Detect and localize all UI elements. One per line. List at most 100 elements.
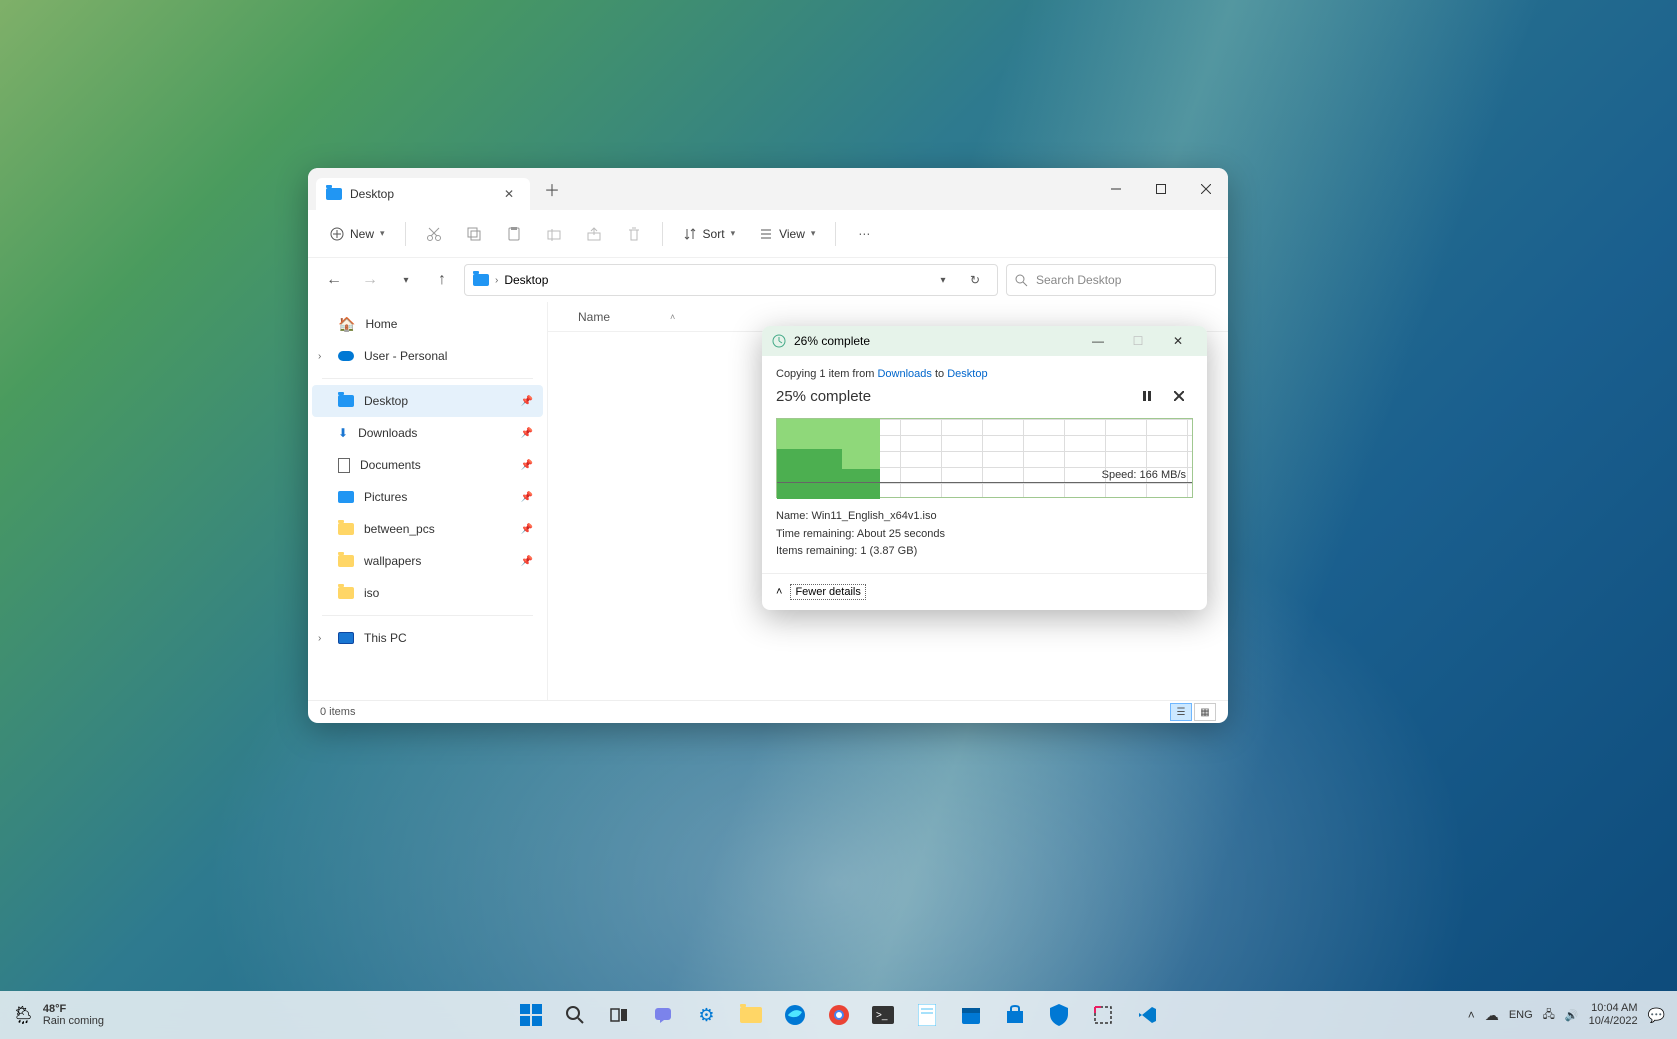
up-button[interactable]: ↑ [428,266,456,294]
breadcrumb-desktop[interactable]: Desktop [504,273,548,287]
sidebar-item-downloads[interactable]: ⬇ Downloads 📌 [312,417,543,449]
notifications-icon[interactable]: 💬 [1648,1007,1665,1024]
fewer-details-button[interactable]: Fewer details [790,584,865,600]
tray-chevron-icon[interactable]: ˄ [1468,1008,1475,1022]
edge-button[interactable] [775,995,815,1035]
rename-icon [546,226,562,242]
view-button[interactable]: View ▾ [749,217,825,251]
onedrive-tray-icon[interactable]: ☁ [1485,1007,1499,1024]
trash-icon [626,226,642,242]
icons-view-button[interactable]: ▦ [1194,703,1216,721]
file-explorer-button[interactable] [731,995,771,1035]
chevron-right-icon[interactable]: › [318,633,321,644]
delete-button[interactable] [616,217,652,251]
folder-icon [326,188,342,200]
plus-circle-icon [330,227,344,241]
weather-icon: 🌦 [12,1005,35,1026]
weather-widget[interactable]: 🌦 48°F Rain coming [12,1003,104,1027]
minimize-button[interactable] [1093,173,1138,205]
pin-icon[interactable]: 📌 [521,524,533,535]
pin-icon[interactable]: 📌 [521,492,533,503]
sidebar-item-betweenpcs[interactable]: between_pcs 📌 [312,513,543,545]
search-input[interactable]: Search Desktop [1006,264,1216,296]
chat-icon [653,1005,673,1025]
store-button[interactable] [995,995,1035,1035]
sidebar-item-thispc[interactable]: › This PC [312,622,543,654]
clock[interactable]: 10:04 AM 10/4/2022 [1589,1002,1638,1028]
security-button[interactable] [1039,995,1079,1035]
chevron-up-icon[interactable]: ˄ [776,586,782,598]
pin-icon[interactable]: 📌 [521,428,533,439]
maximize-button[interactable] [1138,173,1183,205]
dialog-close-button[interactable]: ✕ [1159,327,1197,355]
rename-button[interactable] [536,217,572,251]
settings-button[interactable]: ⚙ [687,995,727,1035]
dialog-titlebar[interactable]: 26% complete — ☐ ✕ [762,326,1207,356]
ellipsis-icon: ⋯ [858,227,870,241]
notepad-button[interactable] [907,995,947,1035]
sidebar-item-desktop[interactable]: Desktop 📌 [312,385,543,417]
sidebar-item-documents[interactable]: Documents 📌 [312,449,543,481]
share-button[interactable] [576,217,612,251]
tab-desktop[interactable]: Desktop ✕ [316,178,530,210]
toolbar: New ▾ Sort ▾ View ▾ ⋯ [308,210,1228,258]
details-view-button[interactable]: ☰ [1170,703,1192,721]
temperature: 48°F [43,1003,104,1015]
windows-icon [520,1004,542,1026]
terminal-button[interactable]: >_ [863,995,903,1035]
search-icon [1015,274,1028,287]
pause-button[interactable] [1133,384,1161,408]
forward-button[interactable]: → [356,266,384,294]
volume-icon[interactable]: 🔊 [1565,1009,1579,1022]
calendar-button[interactable] [951,995,991,1035]
sort-button[interactable]: Sort ▾ [673,217,746,251]
chevron-down-icon: ▾ [811,228,816,239]
sidebar-item-user[interactable]: › User - Personal [312,340,543,372]
chrome-button[interactable] [819,995,859,1035]
sidebar-item-iso[interactable]: iso [312,577,543,609]
cut-button[interactable] [416,217,452,251]
chevron-right-icon[interactable]: › [318,351,321,362]
language-indicator[interactable]: ENG [1509,1009,1533,1021]
source-link[interactable]: Downloads [877,368,931,380]
pin-icon[interactable]: 📌 [521,396,533,407]
start-button[interactable] [511,995,551,1035]
pin-icon[interactable]: 📌 [521,460,533,471]
folder-icon [338,587,354,599]
snip-icon [1093,1005,1113,1025]
back-button[interactable]: ← [320,266,348,294]
sidebar-item-pictures[interactable]: Pictures 📌 [312,481,543,513]
sidebar-item-wallpapers[interactable]: wallpapers 📌 [312,545,543,577]
snipping-button[interactable] [1083,995,1123,1035]
item-count: 0 items [320,706,355,718]
dialog-minimize-button[interactable]: — [1079,327,1117,355]
sidebar-item-home[interactable]: 🏠 Home [312,308,543,340]
column-name[interactable]: Name [578,310,610,324]
titlebar[interactable]: Desktop ✕ ＋ [308,168,1228,210]
search-taskbar-button[interactable] [555,995,595,1035]
new-button[interactable]: New ▾ [320,217,395,251]
address-bar[interactable]: › Desktop ▾ ↻ [464,264,998,296]
paste-button[interactable] [496,217,532,251]
chat-button[interactable] [643,995,683,1035]
cancel-button[interactable] [1165,384,1193,408]
sidebar: 🏠 Home › User - Personal Desktop 📌 ⬇ Dow… [308,302,548,700]
dest-link[interactable]: Desktop [947,368,987,380]
more-button[interactable]: ⋯ [846,217,882,251]
vscode-icon [1137,1005,1157,1025]
task-view-button[interactable] [599,995,639,1035]
recent-button[interactable]: ▾ [392,266,420,294]
vscode-button[interactable] [1127,995,1167,1035]
tab-close-button[interactable]: ✕ [502,187,516,201]
refresh-button[interactable]: ↻ [961,266,989,294]
pin-icon[interactable]: 📌 [521,556,533,567]
close-button[interactable] [1183,173,1228,205]
network-icon[interactable]: 🖧 [1543,1006,1555,1025]
folder-icon [338,523,354,535]
new-tab-button[interactable]: ＋ [538,175,566,203]
address-dropdown-button[interactable]: ▾ [929,266,957,294]
dialog-maximize-button[interactable]: ☐ [1119,327,1157,355]
copy-button[interactable] [456,217,492,251]
status-bar: 0 items ☰ ▦ [308,700,1228,723]
download-icon: ⬇ [338,426,348,440]
